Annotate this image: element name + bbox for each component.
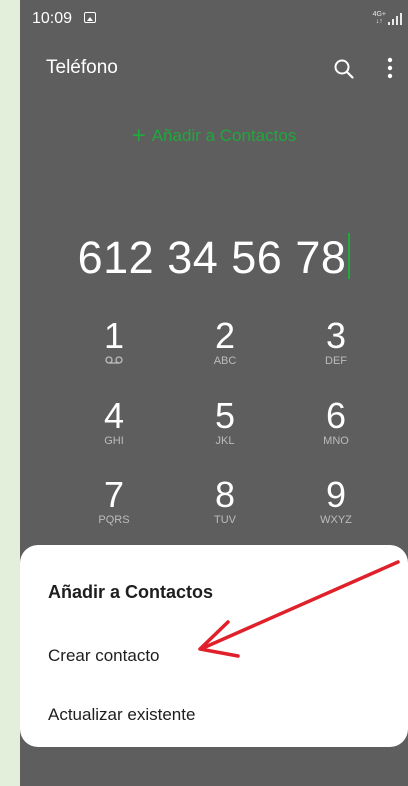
network-type-label: 4G+ [372,11,386,18]
status-bar: 10:09 4G+ ↓↑ [20,0,408,34]
sheet-title: Añadir a Contactos [48,582,214,602]
key-letters: PQRS [98,514,130,526]
key-letters [64,355,164,367]
page-title: Teléfono [46,57,118,78]
keypad-key-4[interactable]: 4 GHI [64,395,164,448]
voicemail-icon [105,356,123,364]
key-letters: JKL [215,435,235,447]
keypad-key-2[interactable]: 2 ABC [175,315,275,368]
key-digit: 8 [214,474,236,515]
signal-strength-icon [388,13,402,25]
add-to-contacts-sheet: Añadir a Contactos Crear contacto Actual… [20,545,408,747]
keypad-key-5[interactable]: 5 JKL [175,395,275,448]
update-existing-option[interactable]: Actualizar existente [48,705,195,725]
plus-icon: + [131,122,146,149]
key-digit: 2 [214,315,236,356]
phone-screen: 10:09 4G+ ↓↑ Teléfono + Añadir a Contacto… [20,0,408,786]
dialed-number: 612 34 56 78 [77,232,347,283]
keypad-key-3[interactable]: 3 DEF [286,315,386,368]
key-digit: 6 [325,395,347,436]
keypad-key-6[interactable]: 6 MNO [286,395,386,448]
key-digit: 3 [325,315,347,356]
status-time: 10:09 [32,10,73,27]
text-cursor [348,233,351,279]
keypad-key-9[interactable]: 9 WXYZ [286,474,386,527]
image-notification-icon [84,12,96,23]
key-digit: 4 [103,395,125,436]
more-options-icon[interactable] [381,55,399,81]
dialed-number-display[interactable]: 612 34 56 78 [20,232,408,284]
key-letters: ABC [213,355,237,367]
search-icon[interactable] [333,58,355,80]
add-to-contacts-link[interactable]: + Añadir a Contactos [20,122,408,150]
keypad-key-7[interactable]: 7 PQRS [64,474,164,527]
key-letters: MNO [323,435,349,447]
key-letters: GHI [104,435,124,447]
key-letters: TUV [214,514,236,526]
key-digit: 1 [103,315,125,356]
key-digit: 7 [103,474,125,515]
network-activity-arrows: ↓↑ [375,18,383,25]
keypad-key-8[interactable]: 8 TUV [175,474,275,527]
network-type-indicator: 4G+ ↓↑ [373,11,386,25]
keypad-key-1[interactable]: 1 [64,318,164,367]
create-contact-option[interactable]: Crear contacto [48,646,160,666]
add-to-contacts-label: Añadir a Contactos [151,126,297,145]
key-letters: WXYZ [320,514,352,526]
key-digit: 9 [325,474,347,515]
key-digit: 5 [214,395,236,436]
key-letters: DEF [325,355,347,367]
